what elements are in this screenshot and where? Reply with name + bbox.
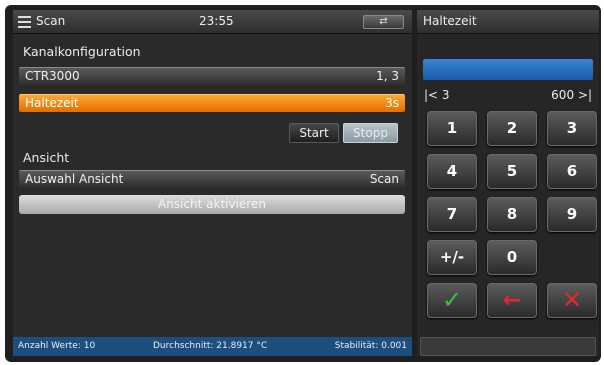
close-icon: ✕ bbox=[561, 286, 583, 314]
keypad-footer bbox=[420, 337, 596, 356]
status-average: Durchschnitt: 21.8917 °C bbox=[153, 341, 268, 351]
device-screen: Scan 23:55 ⇄ Kanalkonfiguration CTR3000 … bbox=[5, 5, 601, 362]
channel-value: 1, 3 bbox=[376, 69, 399, 83]
key-6[interactable]: 6 bbox=[547, 154, 597, 189]
key-9[interactable]: 9 bbox=[547, 197, 597, 232]
key-plus-minus[interactable]: +/- bbox=[427, 240, 477, 275]
haltezeit-row[interactable]: Haltezeit 3s bbox=[19, 94, 405, 112]
haltezeit-label: Haltezeit bbox=[25, 96, 79, 110]
key-1[interactable]: 1 bbox=[427, 111, 477, 146]
keypad-title: Haltezeit bbox=[417, 10, 599, 34]
status-bar: Anzahl Werte: 10 Durchschnitt: 21.8917 °… bbox=[13, 337, 412, 356]
status-count: Anzahl Werte: 10 bbox=[18, 341, 96, 351]
clock: 23:55 bbox=[199, 14, 234, 28]
arrow-left-icon: ← bbox=[502, 288, 522, 313]
key-4[interactable]: 4 bbox=[427, 154, 477, 189]
value-entry-field[interactable] bbox=[423, 59, 593, 80]
range-max: 600 >| bbox=[551, 88, 592, 102]
confirm-button[interactable]: ✓ bbox=[427, 283, 477, 318]
key-5[interactable]: 5 bbox=[487, 154, 537, 189]
channel-name: CTR3000 bbox=[25, 69, 80, 83]
kanal-section-label: Kanalkonfiguration bbox=[23, 44, 141, 59]
range-min: |< 3 bbox=[424, 88, 450, 102]
checkmark-icon: ✓ bbox=[441, 286, 463, 314]
status-stability: Stabilität: 0.001 bbox=[334, 341, 407, 351]
top-bar: Scan 23:55 ⇄ bbox=[13, 10, 412, 34]
stopp-button[interactable]: Stopp bbox=[343, 123, 398, 143]
start-button[interactable]: Start bbox=[289, 123, 339, 143]
auswahl-ansicht-row[interactable]: Auswahl Ansicht Scan bbox=[19, 170, 405, 188]
cancel-button[interactable]: ✕ bbox=[547, 283, 597, 318]
auswahl-value: Scan bbox=[369, 172, 399, 186]
key-7[interactable]: 7 bbox=[427, 197, 477, 232]
keypad-panel: Haltezeit |< 3 600 >| 1 2 3 4 5 6 7 8 9 … bbox=[417, 10, 599, 356]
ansicht-aktivieren-button[interactable]: Ansicht aktivieren bbox=[19, 195, 405, 214]
backspace-button[interactable]: ← bbox=[487, 283, 537, 318]
app-title: Scan bbox=[36, 14, 66, 28]
auswahl-label: Auswahl Ansicht bbox=[25, 172, 124, 186]
channel-row[interactable]: CTR3000 1, 3 bbox=[19, 67, 405, 85]
key-0[interactable]: 0 bbox=[487, 240, 537, 275]
menu-icon[interactable] bbox=[18, 16, 31, 28]
haltezeit-value: 3s bbox=[385, 96, 399, 110]
usb-icon: ⇄ bbox=[363, 15, 404, 29]
key-3[interactable]: 3 bbox=[547, 111, 597, 146]
key-2[interactable]: 2 bbox=[487, 111, 537, 146]
key-8[interactable]: 8 bbox=[487, 197, 537, 232]
scan-panel: Scan 23:55 ⇄ Kanalkonfiguration CTR3000 … bbox=[13, 10, 412, 356]
ansicht-section-label: Ansicht bbox=[23, 150, 70, 165]
